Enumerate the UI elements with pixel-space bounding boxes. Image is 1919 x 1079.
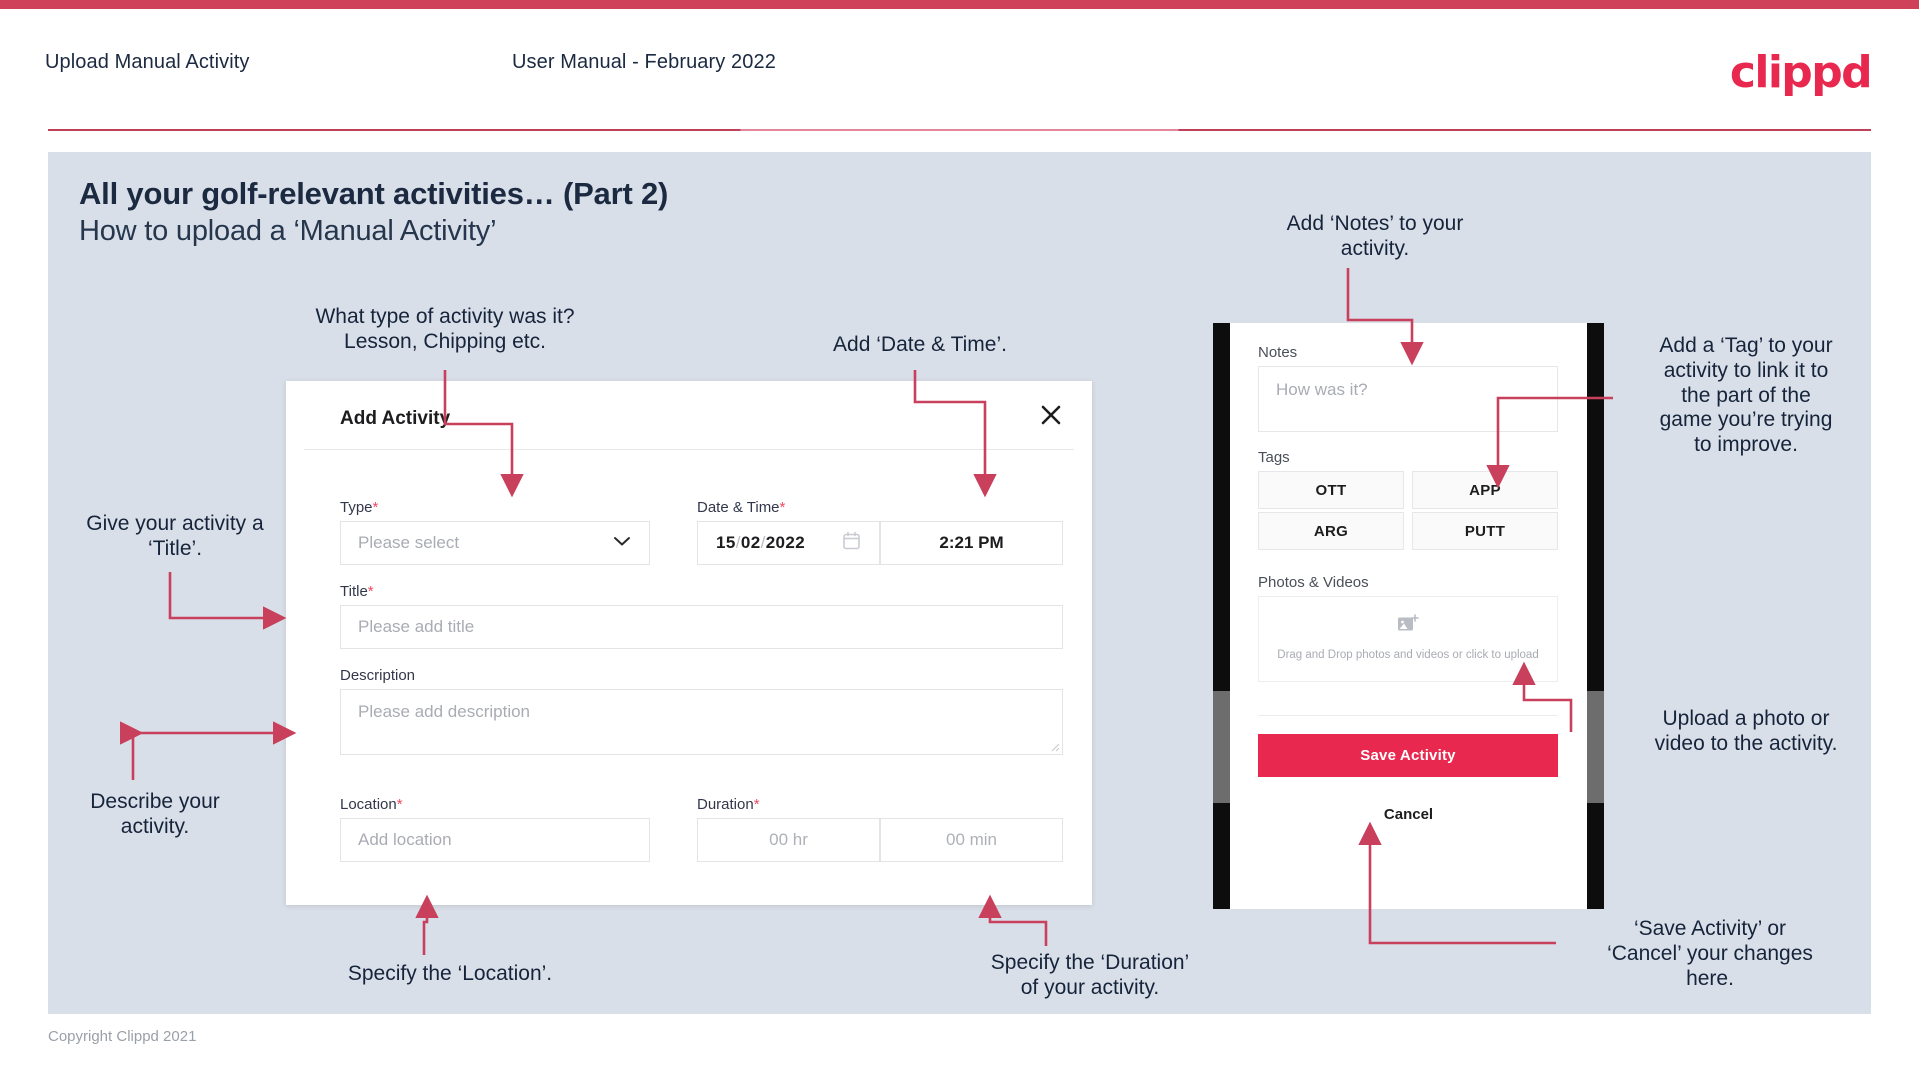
duration-label: Duration* [697,796,760,813]
title-input[interactable]: Please add title [340,605,1063,649]
notes-textarea[interactable]: How was it? [1258,366,1558,432]
page-header: Upload Manual Activity User Manual - Feb… [0,9,1919,131]
type-select[interactable]: Please select [340,521,650,565]
tag-button-ott[interactable]: OTT [1258,471,1404,509]
description-textarea[interactable]: Please add description [340,689,1063,755]
phone-divider [1258,715,1558,716]
phone-bezel-left [1213,323,1230,909]
save-activity-button[interactable]: Save Activity [1258,734,1558,777]
title-required-mark: * [367,583,374,600]
type-required-mark: * [372,499,379,516]
header-left-title: Upload Manual Activity [45,51,250,73]
calendar-icon[interactable] [843,531,860,555]
duration-hours-value: 00 hr [769,830,808,849]
location-required-mark: * [396,796,403,813]
notes-placeholder: How was it? [1276,380,1368,399]
phone-bezel-right [1587,323,1604,909]
copyright-text: Copyright Clippd 2021 [48,1028,197,1045]
datetime-label: Date & Time* [697,499,786,516]
description-label: Description [340,667,416,684]
title-placeholder: Please add title [358,617,475,636]
phone-bezel-left-accent [1213,691,1230,803]
phone-mockup: Notes How was it? Tags OTT APP ARG PUTT … [1213,323,1604,909]
location-input[interactable]: Add location [340,818,650,862]
duration-minutes-value: 00 min [945,830,998,849]
type-placeholder: Please select [358,533,460,552]
photo-dropzone[interactable]: Drag and Drop photos and videos or click… [1258,596,1558,682]
header-divider [48,129,1871,131]
header-center-title: User Manual - February 2022 [512,51,776,73]
location-label: Location* [340,796,403,813]
annotation-description: Describe your activity. [90,790,220,838]
annotation-location: Specify the ‘Location’. [347,962,553,985]
title-label: Title* [340,583,374,600]
time-value: 2:21 PM [939,533,1004,552]
annotation-save: ‘Save Activity’ or ‘Cancel’ your changes… [1607,917,1813,990]
date-value: 15/02/2022 [716,533,806,552]
annotation-notes: Add ‘Notes’ to your activity. [1286,212,1464,260]
slide-subtitle: How to upload a ‘Manual Activity’ [79,215,497,247]
annotation-tags: Add a ‘Tag’ to your activity to link it … [1659,334,1833,457]
annotation-photos: Upload a photo or video to the activity. [1654,707,1838,755]
annotation-datetime: Add ‘Date & Time’. [833,333,1007,356]
photos-label: Photos & Videos [1258,574,1369,591]
tag-button-arg[interactable]: ARG [1258,512,1404,550]
add-activity-modal: Add Activity Type* Please select Date & … [286,381,1092,905]
location-placeholder: Add location [358,830,452,849]
dropzone-text: Drag and Drop photos and videos or click… [1277,648,1539,661]
phone-screen: Notes How was it? Tags OTT APP ARG PUTT … [1230,323,1587,909]
duration-minutes-input[interactable]: 00 min [880,818,1063,862]
annotation-title: Give your activity a ‘Title’. [86,512,264,560]
notes-label: Notes [1258,344,1298,361]
tags-label: Tags [1258,449,1290,466]
annotation-type: What type of activity was it? Lesson, Ch… [315,305,575,353]
modal-divider [304,449,1074,450]
date-input[interactable]: 15/02/2022 [697,521,880,565]
tag-button-app[interactable]: APP [1412,471,1558,509]
phone-bezel-right-accent [1587,691,1604,803]
chevron-down-icon [613,534,631,552]
resize-handle-icon[interactable] [1051,743,1060,752]
add-image-icon [1397,614,1419,639]
close-icon[interactable] [1036,400,1066,430]
cancel-button[interactable]: Cancel [1230,806,1587,823]
duration-required-mark: * [753,796,760,813]
type-label: Type* [340,499,379,516]
top-accent-bar [0,0,1919,9]
annotation-duration: Specify the ‘Duration’ of your activity. [990,951,1190,999]
clippd-logo: clippd [1729,47,1873,98]
description-placeholder: Please add description [358,702,531,721]
modal-title: Add Activity [340,408,451,429]
time-input[interactable]: 2:21 PM [880,521,1063,565]
duration-hours-input[interactable]: 00 hr [697,818,880,862]
datetime-required-mark: * [779,499,786,516]
tag-button-putt[interactable]: PUTT [1412,512,1558,550]
slide-title: All your golf-relevant activities… (Part… [79,176,669,211]
